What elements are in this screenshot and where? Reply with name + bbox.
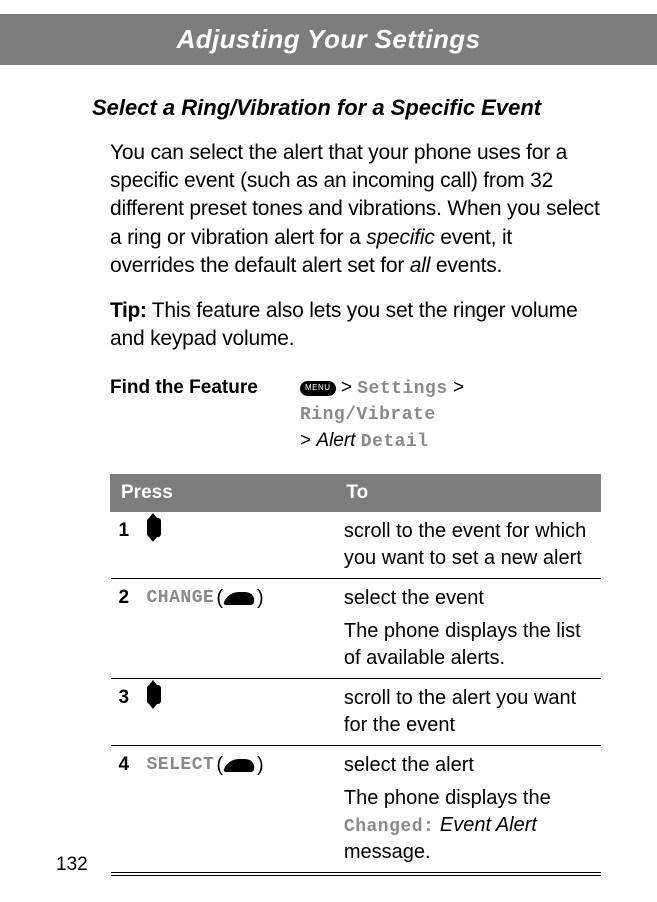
table-row: 3 scroll to the alert you want for the ev… [111, 678, 601, 745]
header-title: Adjusting Your Settings [177, 24, 481, 54]
menu-key-icon: MENU [300, 381, 336, 396]
find-feature-path: MENU > Settings > Ring/Vibrate > Alert D… [300, 375, 601, 454]
tip-text: This feature also lets you set the ringe… [110, 299, 578, 350]
step-number: 3 [119, 685, 147, 711]
path-alert: Alert [316, 430, 355, 451]
path-detail: Detail [361, 432, 429, 452]
press-cell: 1 [111, 511, 336, 578]
col-to: To [336, 475, 601, 512]
table-row: 2CHANGE () select the event The phone disp… [111, 578, 601, 678]
to-text: select the alert [344, 752, 597, 779]
softkey-icon [223, 759, 256, 772]
to-cell: scroll to the event for which you want t… [336, 511, 601, 578]
page-number: 132 [56, 852, 88, 878]
path-ringvibrate: Ring/Vibrate [300, 405, 436, 425]
to-extra: The phone displays the Changed: Event Al… [344, 785, 597, 866]
path-settings: Settings [357, 379, 447, 399]
to-cell: select the event The phone displays the l… [336, 578, 601, 678]
softkey-icon [223, 592, 256, 605]
col-press: Press [111, 475, 336, 512]
table-row: 1 scroll to the event for which you want … [111, 511, 601, 578]
to-cell: scroll to the alert you want for the eve… [336, 678, 601, 745]
tip-label: Tip: [110, 299, 147, 322]
press-cell: 4SELECT () [111, 745, 336, 874]
softkey-label: CHANGE [147, 586, 215, 610]
steps-body: 1 scroll to the event for which you want … [111, 511, 601, 874]
step-number: 1 [119, 518, 147, 544]
scroll-icon [147, 685, 161, 704]
tip-paragraph: Tip: This feature also lets you set the … [110, 297, 601, 354]
step-number: 2 [119, 585, 147, 611]
scroll-icon [147, 518, 161, 537]
press-cell: 2CHANGE () [111, 578, 336, 678]
intro-paragraph: You can select the alert that your phone… [110, 139, 601, 281]
steps-table: Press To 1 scroll to the event for which … [110, 474, 601, 876]
softkey: SELECT () [147, 752, 264, 779]
header-bar: Adjusting Your Settings [0, 14, 657, 65]
to-cell: select the alert The phone displays the C… [336, 745, 601, 874]
find-feature-label: Find the Feature [110, 375, 300, 401]
table-row: 4SELECT () select the alert The phone disp… [111, 745, 601, 874]
press-cell: 3 [111, 678, 336, 745]
step-number: 4 [119, 752, 147, 778]
page-content: Select a Ring/Vibration for a Specific E… [0, 65, 657, 876]
to-text: select the event [344, 585, 597, 612]
table-header-row: Press To [111, 475, 601, 512]
softkey: CHANGE () [147, 585, 264, 612]
softkey-label: SELECT [147, 753, 215, 777]
to-extra: The phone displays the list of available… [344, 618, 597, 672]
to-text: scroll to the alert you want for the eve… [344, 685, 597, 739]
find-feature-row: Find the Feature MENU > Settings > Ring/… [110, 375, 601, 454]
to-text: scroll to the event for which you want t… [344, 518, 597, 572]
section-heading: Select a Ring/Vibration for a Specific E… [92, 93, 601, 123]
